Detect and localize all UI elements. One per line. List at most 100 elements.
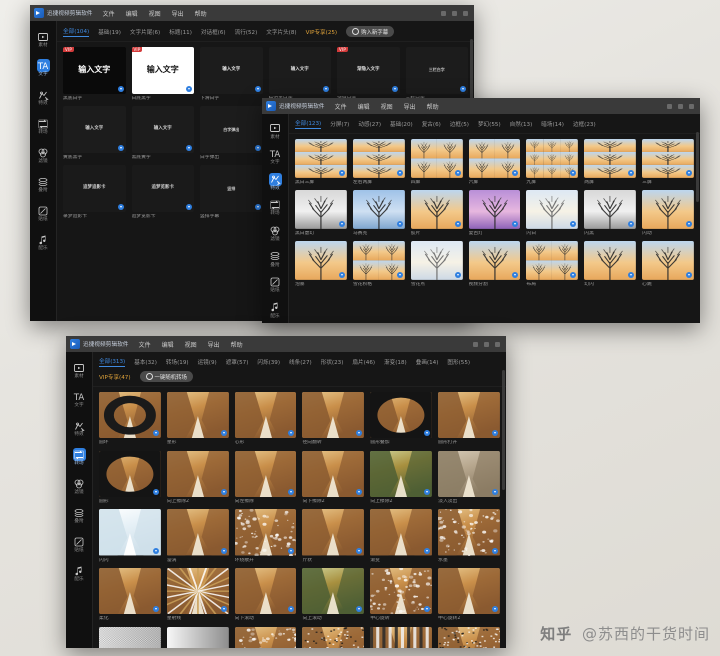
menu-item-view[interactable]: 视图	[149, 9, 161, 18]
preset-item[interactable]: 雪花积格	[353, 241, 405, 287]
tab-2[interactable]: 文字片尾(6)	[130, 28, 160, 36]
preset-thumbnail[interactable]	[302, 627, 364, 648]
preset-thumbnail[interactable]: 渐隐入文字 VIP	[337, 47, 400, 94]
preset-thumbnail[interactable]	[99, 568, 161, 614]
preset-item[interactable]: 闪黑	[584, 190, 636, 236]
preset-item[interactable]: 心形	[235, 392, 297, 446]
preset-item[interactable]: 九屏	[526, 139, 578, 185]
tab-0[interactable]: 全部(313)	[99, 357, 125, 367]
sidebar-item-text[interactable]: TA 文字	[262, 144, 288, 170]
maximize-button[interactable]	[678, 104, 683, 109]
window-controls[interactable]	[473, 342, 502, 347]
preset-thumbnail[interactable]: 追梦追影卡	[63, 165, 126, 212]
menubar[interactable]: 文件 编辑 视图 导出 帮助	[335, 102, 439, 111]
tab-5[interactable]: 边框(5)	[450, 120, 469, 128]
preset-thumbnail[interactable]	[99, 509, 161, 555]
download-icon[interactable]	[455, 272, 461, 278]
preset-thumbnail[interactable]	[584, 190, 636, 229]
preset-grid[interactable]: 黑白三屏 左右两屏 四屏 六屏 九屏 两屏 三屏 黑白虚幻 马赛克 胶片 复古灯…	[289, 134, 700, 323]
category-tabbar[interactable]: 全部(313) 基本(32) 转场(19) 运镜(9) 遮罩(57) 闪烁(39) 线条(2…	[93, 352, 506, 387]
preset-item[interactable]: 向上擦除2	[167, 451, 229, 505]
titlebar[interactable]: 迅捷视频剪辑软件 文件 编辑 视图 导出 帮助	[66, 336, 506, 352]
download-icon[interactable]	[397, 221, 403, 227]
preset-item[interactable]: 向下擦除2	[302, 451, 364, 505]
preset-item[interactable]: 闪闪	[99, 509, 161, 563]
sidebar-rail[interactable]: 素材 TA 文字 特效 转场 滤镜 叠附 贴纸 配乐	[66, 352, 93, 648]
tab-6[interactable]: 线条(27)	[289, 358, 312, 366]
menu-item-export[interactable]: 导出	[208, 340, 220, 349]
sidebar-item-filter[interactable]: 滤镜	[262, 221, 288, 247]
preset-thumbnail[interactable]	[469, 139, 521, 178]
preset-thumbnail[interactable]	[370, 509, 432, 555]
preset-item[interactable]: 漩涡	[167, 509, 229, 563]
preset-item[interactable]: 渐隐入文字VIP渐隐白字	[337, 47, 400, 101]
category-tabbar[interactable]: 全部(123) 分屏(7) 动感(27) 基础(20) 复古(6) 边框(5) 梦幻(55)…	[289, 114, 700, 134]
download-icon[interactable]	[455, 170, 461, 176]
category-tabbar[interactable]: 全部(104) 基础(19) 文字片尾(6) 标题(11) 对话框(6) 流行(52) 文字…	[57, 21, 474, 42]
preset-thumbnail[interactable]	[235, 627, 297, 648]
preset-item[interactable]: 柔化	[99, 568, 161, 622]
sidebar-item-effects[interactable]: 特效	[66, 414, 92, 443]
preset-thumbnail[interactable]	[526, 241, 578, 280]
menu-item-file[interactable]: 文件	[139, 340, 151, 349]
tab-7[interactable]: 自然(13)	[510, 120, 533, 128]
menu-item-export[interactable]: 导出	[172, 9, 184, 18]
tab-0[interactable]: 全部(104)	[63, 27, 89, 37]
preset-thumbnail[interactable]: 输入文字	[269, 47, 332, 94]
preset-item[interactable]: 中心旋转2	[438, 568, 500, 622]
preset-thumbnail[interactable]: 三栏白字	[406, 47, 469, 94]
download-icon[interactable]	[686, 170, 692, 176]
minimize-button[interactable]	[473, 342, 478, 347]
preset-item[interactable]: 心跳	[642, 241, 694, 287]
preset-item[interactable]: 六屏	[469, 139, 521, 185]
scrollbar-vertical[interactable]	[696, 132, 699, 202]
preset-thumbnail[interactable]: 输入文字	[63, 106, 126, 153]
preset-thumbnail[interactable]	[235, 451, 297, 497]
preset-item[interactable]: 星射线	[167, 568, 229, 622]
tab-10[interactable]: 叠画(14)	[416, 358, 439, 366]
sidebar-item-overlay[interactable]: 叠附	[30, 170, 56, 199]
download-icon[interactable]	[221, 548, 227, 554]
preset-thumbnail[interactable]	[526, 190, 578, 229]
preset-item[interactable]: 环绕散开	[235, 509, 297, 563]
preset-item[interactable]: 雪花点	[411, 241, 463, 287]
download-icon[interactable]	[221, 606, 227, 612]
random-transition-button[interactable]: 一键随机转场	[140, 371, 193, 382]
menu-item-help[interactable]: 帮助	[427, 102, 439, 111]
tab-2[interactable]: 转场(19)	[166, 358, 189, 366]
preset-thumbnail[interactable]	[469, 241, 521, 280]
sidebar-item-media-folder[interactable]: 素材	[262, 118, 288, 144]
preset-item[interactable]: 水墨	[438, 509, 500, 563]
sidebar-item-media-folder[interactable]: 素材	[30, 25, 56, 54]
preset-item[interactable]: 斤状	[302, 509, 364, 563]
download-icon[interactable]	[118, 204, 124, 210]
preset-thumbnail[interactable]	[370, 568, 432, 614]
sidebar-rail[interactable]: 素材 TA 文字 特效 转场 滤镜 叠附 贴纸 配乐	[262, 114, 289, 323]
menu-item-help[interactable]: 帮助	[231, 340, 243, 349]
preset-item[interactable]: 斑驳擦除	[302, 627, 364, 648]
tab-1[interactable]: 基本(32)	[134, 358, 157, 366]
preset-thumbnail[interactable]	[167, 627, 229, 648]
preset-thumbnail[interactable]	[353, 241, 405, 280]
download-icon[interactable]	[397, 170, 403, 176]
preset-thumbnail[interactable]	[469, 190, 521, 229]
import-subtitle-button[interactable]: 购入新字幕	[346, 26, 394, 37]
preset-item[interactable]: 泡暴	[295, 241, 347, 287]
download-icon[interactable]	[323, 86, 329, 92]
sidebar-item-sticker[interactable]: 贴纸	[30, 199, 56, 228]
menubar[interactable]: 文件 编辑 视图 导出 帮助	[139, 340, 243, 349]
tab-9[interactable]: 渐变(18)	[384, 358, 407, 366]
preset-thumbnail[interactable]	[295, 139, 347, 178]
preset-thumbnail[interactable]	[370, 627, 432, 648]
preset-thumbnail[interactable]	[438, 392, 500, 438]
preset-item[interactable]: 闪动	[642, 190, 694, 236]
preset-thumbnail[interactable]	[295, 190, 347, 229]
preset-thumbnail[interactable]: 输入文字VIP	[132, 47, 195, 94]
preset-item[interactable]: 输入文字 VIP 黑底白字	[63, 47, 126, 101]
menu-item-view[interactable]: 视图	[185, 340, 197, 349]
menu-item-file[interactable]: 文件	[103, 9, 115, 18]
download-icon[interactable]	[628, 170, 634, 176]
tab-3[interactable]: 基础(20)	[390, 120, 413, 128]
sidebar-item-overlay[interactable]: 叠附	[66, 501, 92, 530]
sidebar-item-overlay[interactable]: 叠附	[262, 246, 288, 272]
